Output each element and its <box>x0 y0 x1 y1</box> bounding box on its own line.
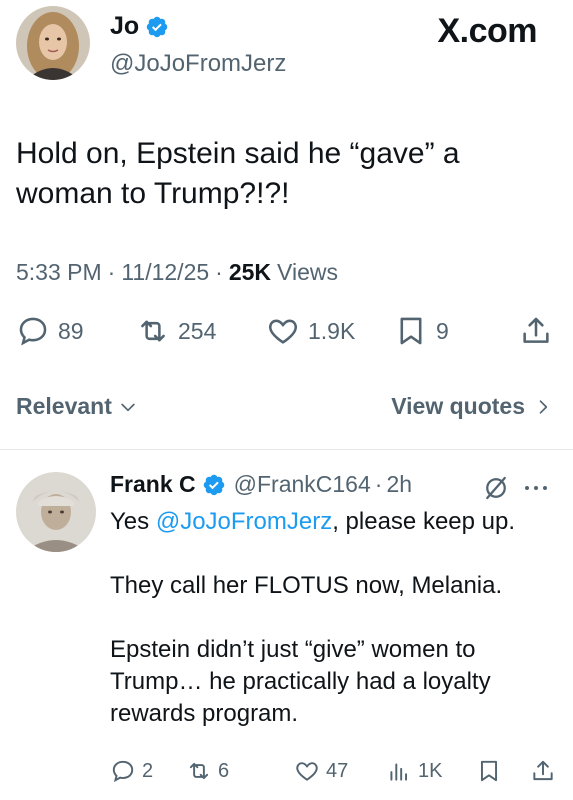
avatar[interactable] <box>16 6 90 80</box>
share-icon <box>523 317 549 343</box>
reply-views-button[interactable]: 1K <box>386 758 442 784</box>
more-icon[interactable] <box>521 476 551 500</box>
repost-icon <box>141 320 165 342</box>
tweet-meta: 5:33 PM · 11/12/25 · 25K Views <box>16 259 338 286</box>
repost-count: 254 <box>178 317 217 344</box>
reply-count: 89 <box>58 317 84 344</box>
reply-header: Frank C @FrankC164 · 2h <box>110 471 412 498</box>
reply-like-button[interactable]: 47 <box>294 758 348 784</box>
author-handle[interactable]: @JoJoFromJerz <box>110 50 286 78</box>
share-button[interactable] <box>519 314 553 348</box>
reply-reply-button[interactable]: 2 <box>110 758 153 784</box>
chevron-right-icon <box>539 399 548 414</box>
reply-sort-dropdown[interactable]: Relevant <box>16 393 138 420</box>
view-quotes-link[interactable]: View quotes <box>391 393 553 420</box>
verified-badge-icon <box>203 474 224 495</box>
views-count: 25K <box>228 259 272 285</box>
like-icon <box>296 762 318 781</box>
reply-reply-count: 2 <box>142 759 154 782</box>
tweet-time[interactable]: 5:33 PM <box>16 259 102 286</box>
reply-display-name[interactable]: Frank C <box>110 471 196 498</box>
reply-icon <box>112 760 134 783</box>
tweet-text: Hold on, Epstein said he “gave” a woman … <box>16 137 460 210</box>
like-icon <box>269 319 297 344</box>
like-button[interactable]: 1.9K <box>266 314 355 348</box>
reply-avatar[interactable] <box>16 472 96 552</box>
reply-paragraph: Epstein didn’t just “give” women to Trum… <box>110 636 491 727</box>
avatar-photo <box>16 6 90 80</box>
author-name-row: Jo <box>110 12 169 41</box>
mention-link[interactable]: @JoJoFromJerz <box>156 508 332 535</box>
reply-text-segment: Yes <box>110 508 156 535</box>
like-count: 1.9K <box>308 317 356 344</box>
repost-icon <box>189 762 209 780</box>
meta-separator: · <box>107 259 116 285</box>
reply-avatar-photo <box>16 472 96 552</box>
meta-separator: · <box>215 259 223 285</box>
bookmark-icon <box>400 317 422 345</box>
reply-like-count: 47 <box>326 759 349 782</box>
reply-text: Yes @JoJoFromJerz, please keep up. They … <box>110 506 560 730</box>
reply-button[interactable]: 89 <box>16 314 84 348</box>
reply-views-count: 1K <box>418 759 443 782</box>
reply-action-bar: 2 6 47 1K <box>110 758 560 790</box>
tweet-date[interactable]: 11/12/25 <box>121 259 209 286</box>
tweet-action-bar: 89 254 1.9K 9 <box>16 314 561 354</box>
brand-watermark: X.com <box>437 12 537 50</box>
reply-time[interactable]: 2h <box>386 471 412 498</box>
reply-paragraph: Yes @JoJoFromJerz, please keep up. <box>110 506 560 538</box>
reply-paragraph: They call her FLOTUS now, Melania. <box>110 572 503 599</box>
bookmark-icon <box>480 760 498 782</box>
bookmark-button[interactable]: 9 <box>394 314 449 348</box>
meta-separator: · <box>374 471 383 497</box>
reply-text-segment: , please keep up. <box>332 508 516 535</box>
verified-badge-icon <box>146 16 168 37</box>
reply-handle[interactable]: @FrankC164 <box>234 471 371 498</box>
reply-icon <box>19 317 47 346</box>
reply-repost-button[interactable]: 6 <box>186 758 229 784</box>
reply-share-button[interactable] <box>530 758 556 784</box>
reply-repost-count: 6 <box>218 759 230 782</box>
grok-icon[interactable] <box>481 473 511 503</box>
bookmark-count: 9 <box>436 317 449 344</box>
reply-bookmark-button[interactable] <box>476 758 502 784</box>
author-display-name[interactable]: Jo <box>110 12 139 41</box>
repost-button[interactable]: 254 <box>136 314 216 348</box>
views-label: Views <box>277 259 338 285</box>
views-icon <box>390 763 408 781</box>
view-quotes-label: View quotes <box>391 393 525 419</box>
divider <box>0 449 573 450</box>
sort-label: Relevant <box>16 393 112 419</box>
chevron-down-icon <box>121 403 135 411</box>
share-icon <box>533 760 553 781</box>
